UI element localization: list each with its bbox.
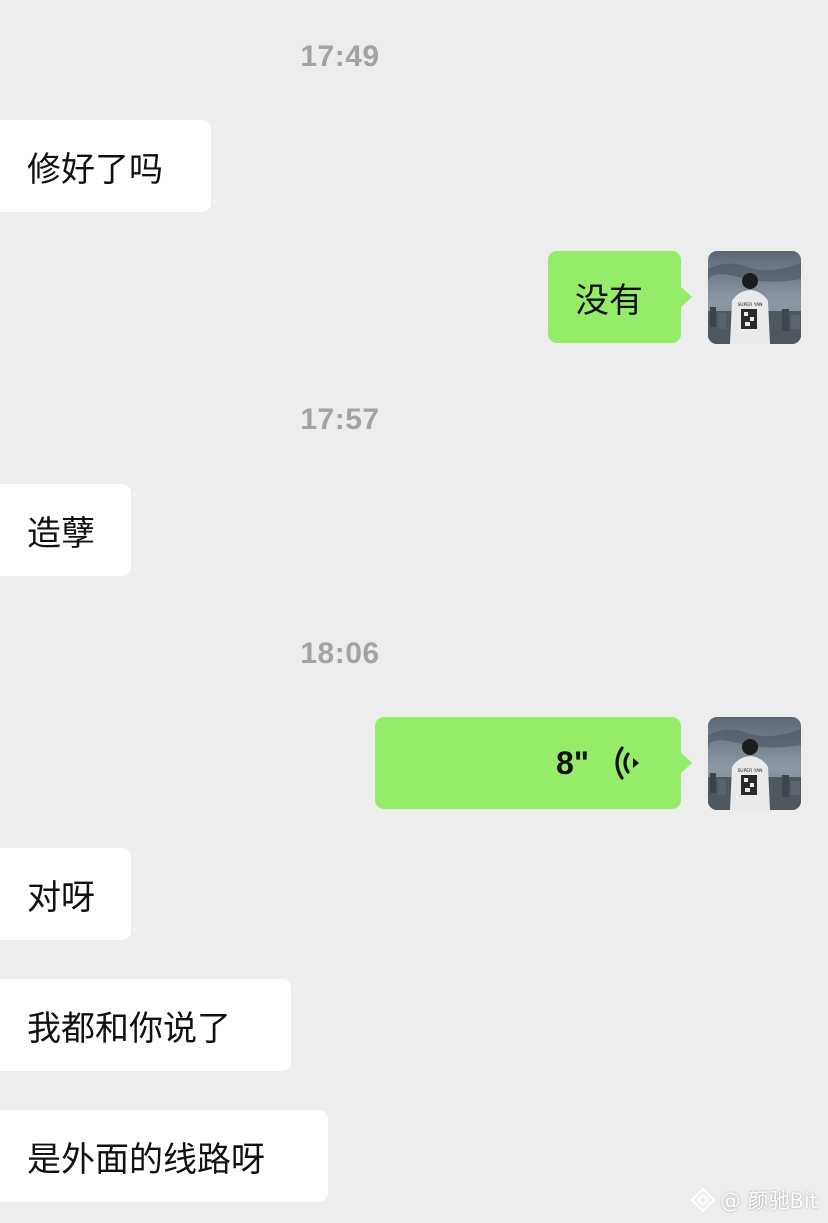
message-text: 造孽 [27, 513, 95, 554]
avatar-shirt-text: SUPER YAN [737, 302, 762, 308]
avatar-image: SUPER YAN [708, 251, 801, 344]
user-avatar[interactable]: SUPER YAN [708, 251, 801, 344]
voice-wave-icon [615, 746, 639, 780]
voice-duration: 8" [556, 744, 589, 781]
message-text: 修好了吗 [27, 149, 163, 190]
message-text: 我都和你说了 [27, 1008, 231, 1049]
avatar-image: SUPER YAN [708, 717, 801, 810]
incoming-message-bubble[interactable]: 我都和你说了 [0, 979, 291, 1071]
message-text: 是外面的线路呀 [27, 1139, 265, 1180]
message-text: 对呀 [27, 877, 95, 918]
avatar-shirt-text: SUPER YAN [737, 768, 762, 774]
timestamp: 17:57 [300, 403, 380, 436]
incoming-message-bubble[interactable]: 是外面的线路呀 [0, 1110, 328, 1202]
incoming-message-bubble[interactable]: 造孽 [0, 484, 131, 576]
incoming-message-bubble[interactable]: 对呀 [0, 848, 131, 940]
incoming-message-bubble[interactable]: 修好了吗 [0, 120, 211, 212]
watermark-logo-icon [690, 1187, 716, 1213]
voice-message-bubble[interactable]: 8" [375, 717, 692, 809]
watermark: @ 颜驰Bit [690, 1185, 818, 1215]
timestamp: 18:06 [300, 637, 380, 670]
outgoing-message-bubble[interactable]: 没有 [548, 251, 692, 343]
timestamp: 17:49 [300, 40, 380, 73]
message-text: 没有 [575, 280, 643, 321]
watermark-text: @ 颜驰Bit [719, 1189, 818, 1213]
user-avatar[interactable]: SUPER YAN [708, 717, 801, 810]
